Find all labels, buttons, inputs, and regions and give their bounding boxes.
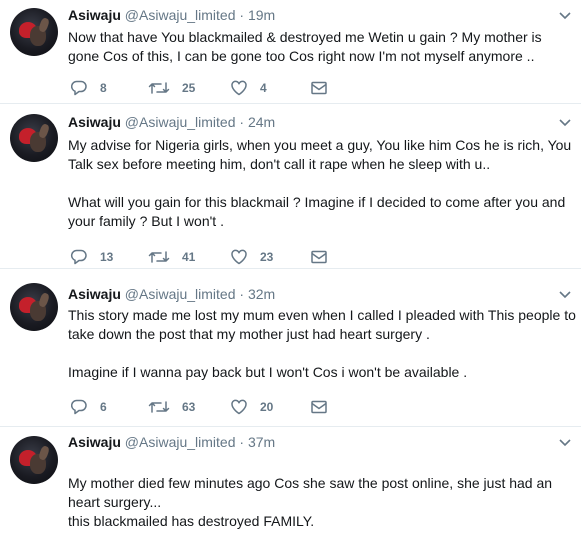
tweet-paragraph: This story made me lost my mum even when…	[68, 307, 576, 342]
tweet-text: My mother died few minutes ago Cos she s…	[68, 455, 576, 550]
avatar[interactable]	[10, 114, 58, 162]
like-count: 23	[260, 250, 274, 264]
chevron-down-icon[interactable]	[559, 119, 571, 127]
display-name[interactable]: Asiwaju	[68, 286, 121, 302]
reply-icon	[70, 249, 87, 265]
tweet-header: Asiwaju @Asiwaju_limited · 37m	[68, 434, 276, 450]
reply-icon	[70, 80, 87, 96]
tweet-text: My advise for Nigeria girls, when you me…	[68, 136, 576, 231]
timestamp[interactable]: 37m	[248, 434, 275, 450]
tweet-text: This story made me lost my mum even when…	[68, 306, 576, 382]
reply-count: 8	[100, 81, 107, 95]
tweet-text: Now that have You blackmailed & destroye…	[68, 28, 576, 66]
envelope-icon	[311, 400, 327, 414]
like-count: 20	[260, 400, 274, 414]
retweet-button[interactable]: 25	[148, 78, 195, 98]
tweet-actions: 6 63 20	[68, 397, 338, 417]
retweet-icon	[148, 251, 170, 263]
tweet[interactable]: Asiwaju @Asiwaju_limited · 24m My advise…	[0, 104, 581, 269]
like-count: 4	[260, 81, 267, 95]
retweet-count: 63	[182, 400, 196, 414]
display-name[interactable]: Asiwaju	[68, 114, 121, 130]
envelope-icon	[311, 250, 327, 264]
tweet-paragraph: Imagine if I wanna pay back but I won't …	[68, 364, 468, 380]
user-handle[interactable]: @Asiwaju_limited	[125, 286, 236, 302]
reply-count: 6	[100, 400, 107, 414]
reply-button[interactable]: 13	[70, 247, 113, 267]
heart-icon	[231, 249, 247, 265]
direct-message-button[interactable]	[310, 247, 328, 267]
reply-icon	[70, 399, 87, 415]
chevron-down-icon[interactable]	[559, 439, 571, 447]
envelope-icon	[311, 81, 327, 95]
tweet-paragraph: What will you gain for this blackmail ? …	[68, 194, 566, 229]
tweet-header: Asiwaju @Asiwaju_limited · 32m	[68, 286, 276, 302]
tweet-paragraph: My mother died few minutes ago Cos she s…	[68, 475, 553, 529]
avatar[interactable]	[10, 8, 58, 56]
retweet-icon	[148, 82, 170, 94]
timestamp[interactable]: 24m	[248, 114, 275, 130]
direct-message-button[interactable]	[310, 78, 328, 98]
timestamp[interactable]: 19m	[248, 7, 275, 23]
chevron-down-icon[interactable]	[559, 12, 571, 20]
reply-button[interactable]: 6	[70, 397, 107, 417]
reply-button[interactable]: 8	[70, 78, 107, 98]
tweet-actions: 8 25 4	[68, 78, 338, 98]
retweet-button[interactable]: 63	[148, 397, 195, 417]
avatar[interactable]	[10, 283, 58, 331]
timestamp[interactable]: 32m	[248, 286, 275, 302]
user-handle[interactable]: @Asiwaju_limited	[125, 114, 236, 130]
reply-count: 13	[100, 250, 114, 264]
tweet[interactable]: Asiwaju @Asiwaju_limited · 32m This stor…	[0, 269, 581, 427]
tweet[interactable]: Asiwaju @Asiwaju_limited · 19m Now that …	[0, 0, 581, 104]
like-button[interactable]: 23	[230, 247, 273, 267]
retweet-count: 25	[182, 81, 196, 95]
tweet-paragraph: Now that have You blackmailed & destroye…	[68, 29, 542, 64]
display-name[interactable]: Asiwaju	[68, 7, 121, 23]
heart-icon	[231, 80, 247, 96]
like-button[interactable]: 4	[230, 78, 267, 98]
retweet-icon	[148, 401, 170, 413]
like-button[interactable]: 20	[230, 397, 273, 417]
heart-icon	[231, 399, 247, 415]
user-handle[interactable]: @Asiwaju_limited	[125, 7, 236, 23]
tweet[interactable]: Asiwaju @Asiwaju_limited · 37m My mother…	[0, 427, 581, 529]
tweet-header: Asiwaju @Asiwaju_limited · 24m	[68, 114, 276, 130]
tweet-actions: 13 41 23	[68, 247, 338, 267]
avatar[interactable]	[10, 436, 58, 484]
chevron-down-icon[interactable]	[559, 291, 571, 299]
retweet-count: 41	[182, 250, 196, 264]
user-handle[interactable]: @Asiwaju_limited	[125, 434, 236, 450]
tweet-header: Asiwaju @Asiwaju_limited · 19m	[68, 7, 276, 23]
display-name[interactable]: Asiwaju	[68, 434, 121, 450]
retweet-button[interactable]: 41	[148, 247, 195, 267]
direct-message-button[interactable]	[310, 397, 328, 417]
tweet-feed: Asiwaju @Asiwaju_limited · 19m Now that …	[0, 0, 581, 529]
tweet-paragraph: My advise for Nigeria girls, when you me…	[68, 137, 572, 172]
